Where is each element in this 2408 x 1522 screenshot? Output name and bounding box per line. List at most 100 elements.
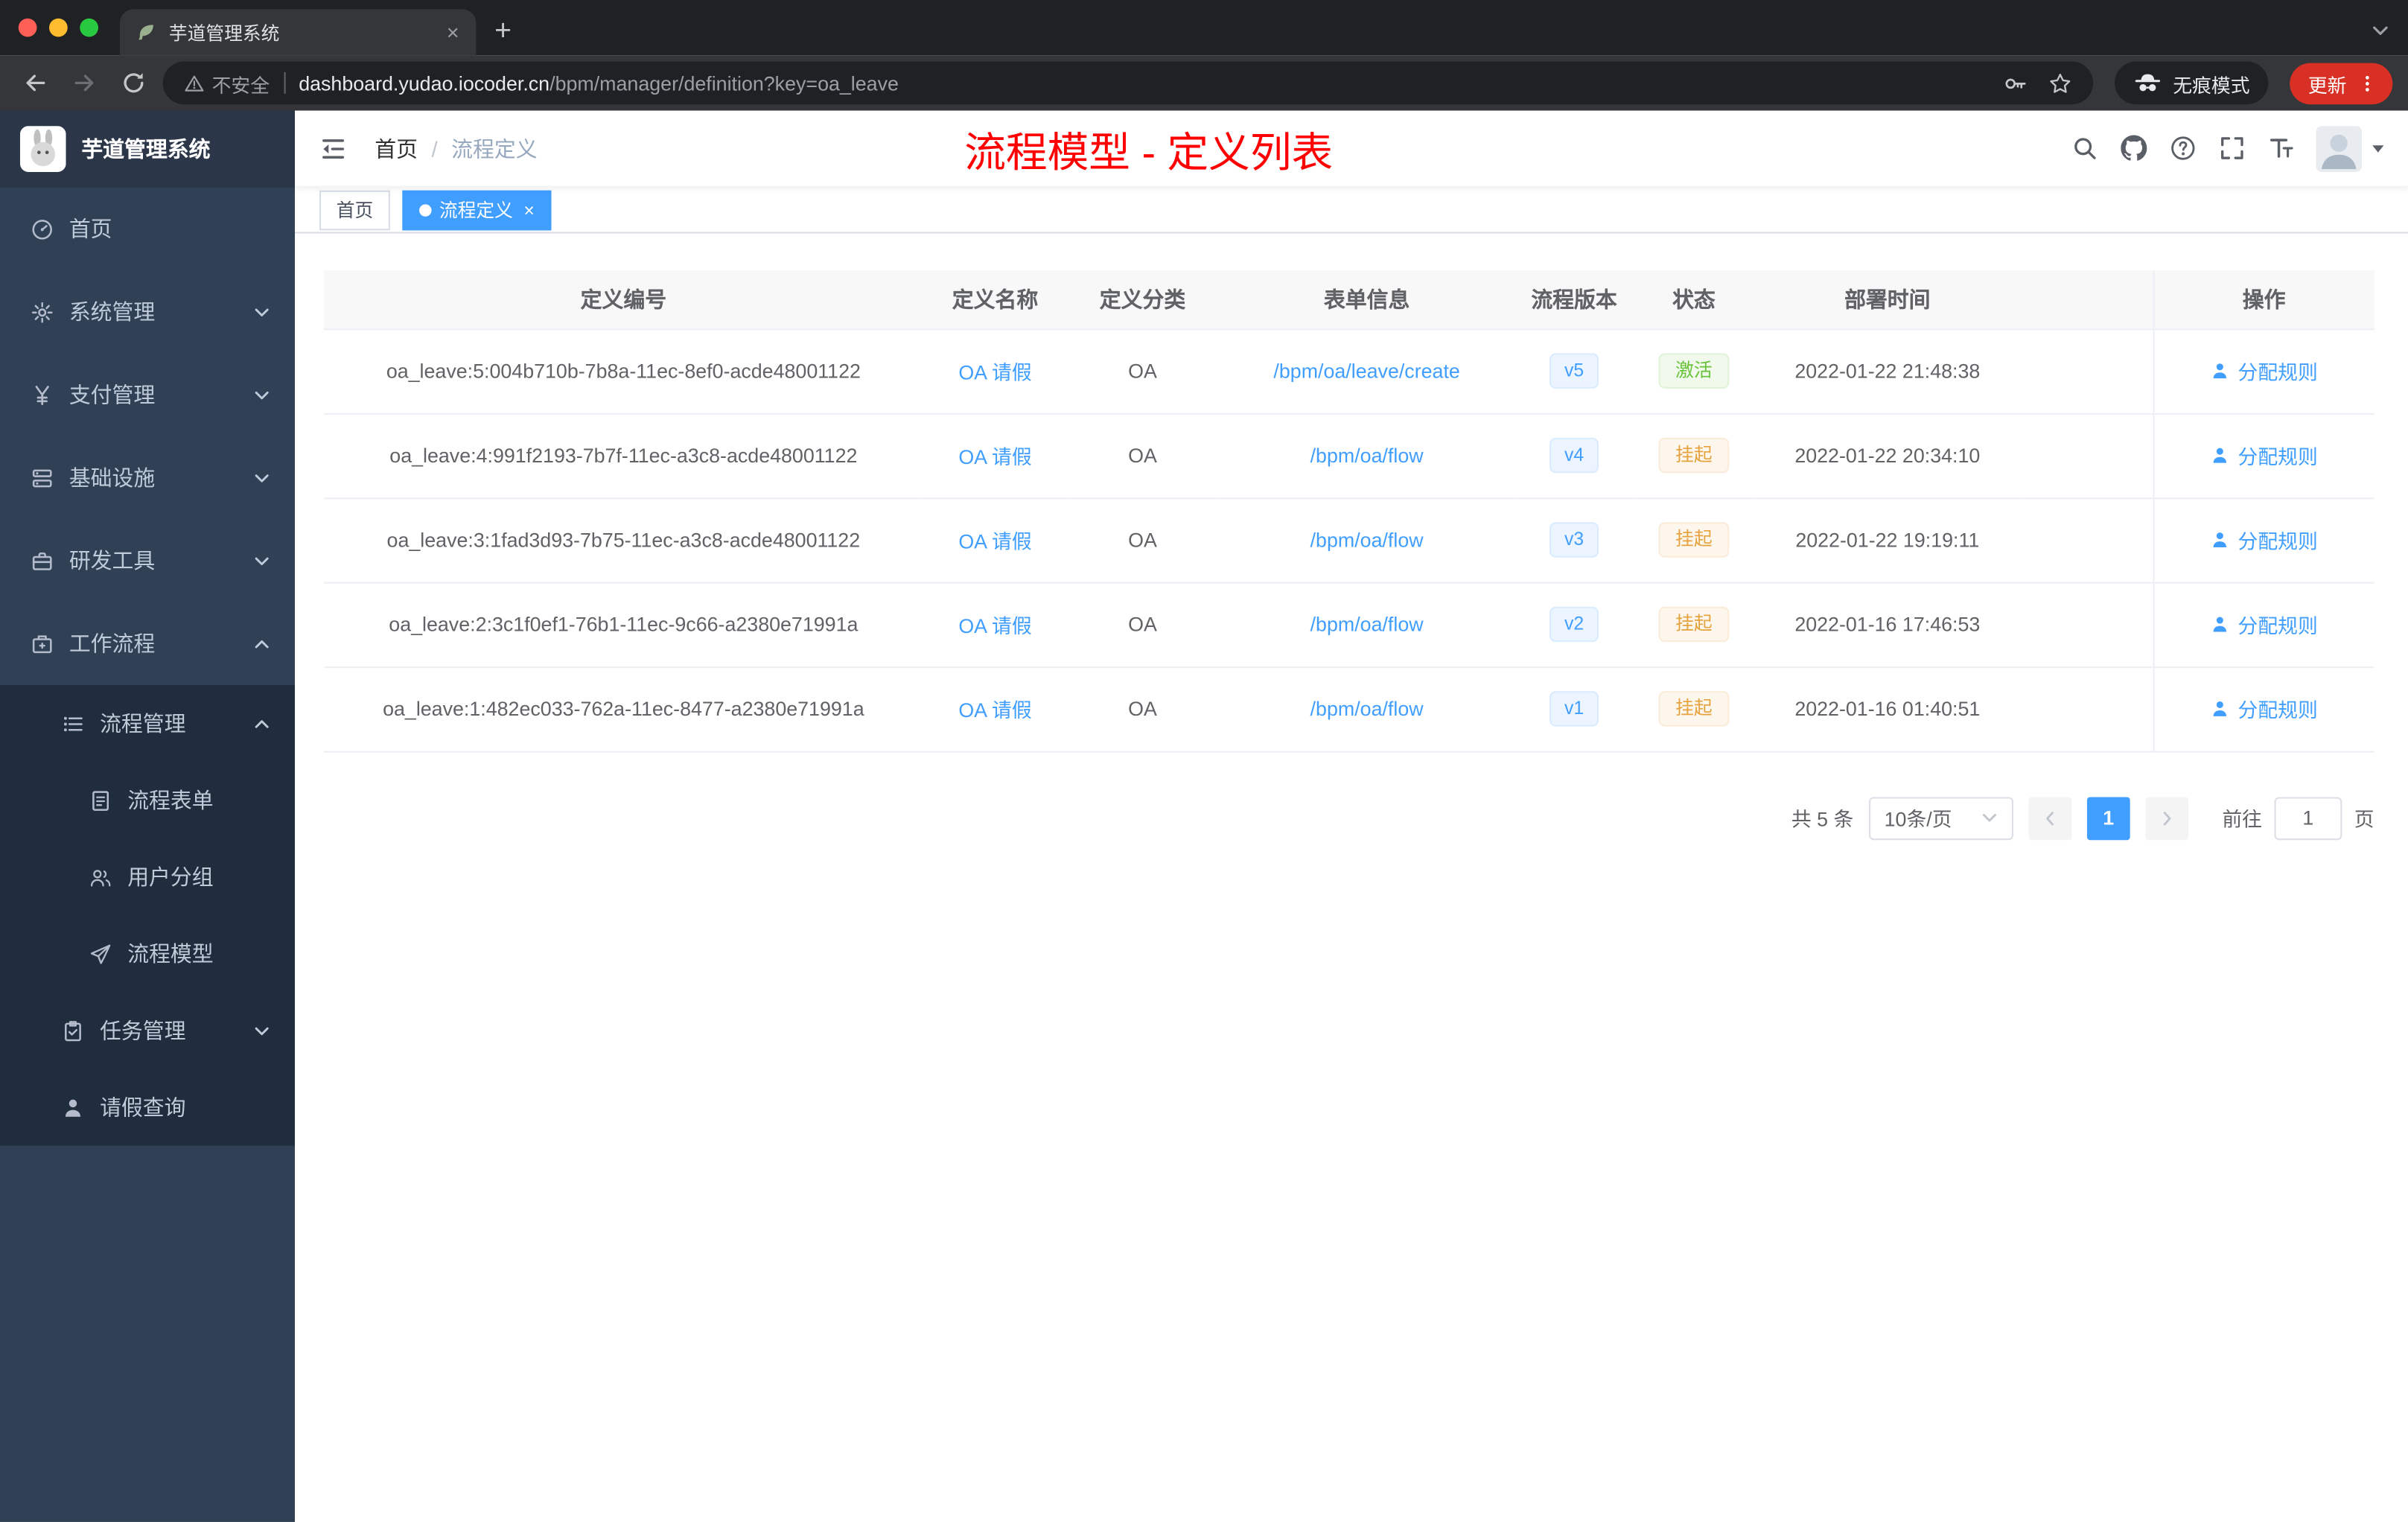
cell-definition-name: OA 请假 — [923, 328, 1068, 414]
tab-close-icon[interactable]: × — [442, 20, 464, 45]
sidebar-item-user-group[interactable]: 用户分组 — [0, 838, 295, 916]
assign-rule-link[interactable]: 分配规则 — [2210, 694, 2318, 723]
sidebar-logo[interactable]: 芋道管理系统 — [0, 110, 295, 188]
cell-filler — [2019, 582, 2153, 668]
cell-category: OA — [1067, 666, 1218, 752]
goto-page-input[interactable] — [2274, 796, 2342, 840]
new-tab-button[interactable]: + — [494, 16, 512, 49]
cell-definition-name: OA 请假 — [923, 413, 1068, 499]
cell-category: OA — [1067, 582, 1218, 668]
sidebar-menu: 首页系统管理 支付管理基础设施研发工具 工作流程 流程管理 流程表单用户分组流程模型任务… — [0, 188, 295, 1146]
url-bar[interactable]: 不安全 dashboard.yudao.iocoder.cn /bpm/mana… — [162, 61, 2094, 105]
tab-search-chevron-icon[interactable] — [2372, 22, 2390, 40]
cell-actions: 分配规则 — [2152, 328, 2374, 414]
more-vert-icon[interactable] — [2357, 73, 2377, 93]
prev-page-button[interactable] — [2028, 796, 2072, 840]
tag-home[interactable]: 首页 — [319, 189, 390, 230]
cell-version: v2 — [1515, 582, 1633, 668]
chrome-update-button[interactable]: 更新 — [2290, 62, 2393, 104]
table-header-row: 定义编号 定义名称 定义分类 表单信息 流程版本 状态 部署时间 操作 — [324, 270, 2374, 330]
cell-version: v3 — [1515, 497, 1633, 583]
cell-status: 激活 — [1632, 328, 1756, 414]
definition-name-link[interactable]: OA 请假 — [958, 614, 1031, 637]
next-page-button[interactable] — [2145, 796, 2188, 840]
cell-status: 挂起 — [1632, 413, 1756, 499]
definition-name-link[interactable]: OA 请假 — [958, 530, 1031, 553]
tag-process-definition[interactable]: 流程定义 × — [402, 189, 552, 230]
fullscreen-icon[interactable] — [2219, 136, 2245, 162]
breadcrumb-home[interactable]: 首页 — [375, 133, 418, 163]
assign-rule-link[interactable]: 分配规则 — [2210, 525, 2318, 554]
sidebar-item-process-manage[interactable]: 流程管理 — [0, 684, 295, 762]
navbar-icons — [2071, 135, 2294, 162]
cell-deploy-time: 2022-01-22 19:19:11 — [1755, 497, 2020, 583]
help-icon[interactable] — [2170, 136, 2196, 162]
cell-deploy-time: 2022-01-16 17:46:53 — [1755, 582, 2020, 668]
sidebar-item-process-form[interactable]: 流程表单 — [0, 762, 295, 839]
pagination-total: 共 5 条 — [1791, 807, 1854, 831]
infrastructure-icon — [31, 466, 54, 489]
assign-rule-link[interactable]: 分配规则 — [2210, 441, 2318, 470]
star-icon[interactable] — [2048, 71, 2071, 95]
sidebar-item-process-model[interactable]: 流程模型 — [0, 915, 295, 993]
sidebar-item-label: 首页 — [69, 216, 112, 241]
cell-form-info: /bpm/oa/flow — [1217, 666, 1516, 752]
sidebar-item-dev-tools[interactable]: 研发工具 — [0, 519, 295, 602]
sidebar-item-task-manage[interactable]: 任务管理 — [0, 992, 295, 1069]
sidebar-item-leave-query[interactable]: 请假查询 — [0, 1069, 295, 1146]
sidebar-item-infrastructure[interactable]: 基础设施 — [0, 436, 295, 519]
tag-close-icon[interactable]: × — [520, 199, 534, 220]
url-path: /bpm/manager/definition?key=oa_leave — [550, 71, 899, 95]
assign-rule-link[interactable]: 分配规则 — [2210, 610, 2318, 639]
assign-rule-link[interactable]: 分配规则 — [2210, 357, 2318, 386]
github-icon[interactable] — [2121, 135, 2147, 162]
sidebar-item-label: 基础设施 — [69, 465, 156, 490]
close-window-button[interactable] — [18, 18, 37, 37]
user-avatar[interactable] — [2316, 125, 2363, 171]
search-icon[interactable] — [2071, 136, 2098, 162]
sidebar-item-label: 请假查询 — [100, 1095, 186, 1120]
form-link[interactable]: /bpm/oa/flow — [1310, 529, 1424, 552]
sidebar-item-label: 任务管理 — [100, 1018, 186, 1043]
page-size-select[interactable]: 10条/页 — [1868, 796, 2013, 840]
table-row: oa_leave:5:004b710b-7b8a-11ec-8ef0-acde4… — [324, 328, 2374, 414]
leave-icon — [62, 1096, 85, 1119]
form-link[interactable]: /bpm/oa/flow — [1310, 697, 1424, 720]
avatar-caret-down-icon[interactable] — [2369, 140, 2386, 157]
forward-icon[interactable] — [65, 63, 105, 104]
column-header-0: 定义编号 — [324, 270, 923, 330]
column-header-4: 流程版本 — [1515, 270, 1633, 330]
cell-deploy-time: 2022-01-22 21:48:38 — [1755, 328, 2020, 414]
key-icon[interactable] — [2004, 71, 2027, 95]
back-icon[interactable] — [16, 63, 56, 104]
sidebar-collapse-icon[interactable] — [295, 134, 363, 162]
definition-name-link[interactable]: OA 请假 — [958, 445, 1031, 468]
tag-active-dot — [419, 203, 432, 216]
reload-icon[interactable] — [114, 63, 154, 104]
zoom-window-button[interactable] — [80, 18, 98, 37]
sidebar-item-label: 用户分组 — [127, 865, 214, 890]
status-tag: 挂起 — [1658, 690, 1730, 727]
minimize-window-button[interactable] — [49, 18, 68, 37]
sidebar-item-system[interactable]: 系统管理 — [0, 270, 295, 353]
sidebar-item-payment[interactable]: 支付管理 — [0, 353, 295, 436]
browser-tab[interactable]: 芋道管理系统 × — [119, 9, 477, 56]
sidebar-item-home[interactable]: 首页 — [0, 188, 295, 270]
sidebar-item-workflow[interactable]: 工作流程 — [0, 602, 295, 685]
form-icon — [89, 789, 112, 812]
form-link[interactable]: /bpm/oa/flow — [1310, 613, 1424, 636]
definition-name-link[interactable]: OA 请假 — [958, 698, 1031, 722]
incognito-spy-icon — [2133, 72, 2162, 94]
security-indicator[interactable]: 不安全 — [185, 69, 270, 98]
column-header-6: 部署时间 — [1755, 270, 2020, 330]
update-label: 更新 — [2307, 74, 2347, 96]
cell-actions: 分配规则 — [2152, 582, 2374, 668]
form-link[interactable]: /bpm/oa/leave/create — [1273, 360, 1459, 383]
font-size-icon[interactable] — [2268, 136, 2294, 162]
page-number-button[interactable]: 1 — [2086, 796, 2130, 840]
form-link[interactable]: /bpm/oa/flow — [1310, 444, 1424, 467]
cell-form-info: /bpm/oa/leave/create — [1217, 328, 1516, 414]
column-header-8: 操作 — [2152, 270, 2374, 330]
definition-name-link[interactable]: OA 请假 — [958, 361, 1031, 384]
cell-actions: 分配规则 — [2152, 413, 2374, 499]
